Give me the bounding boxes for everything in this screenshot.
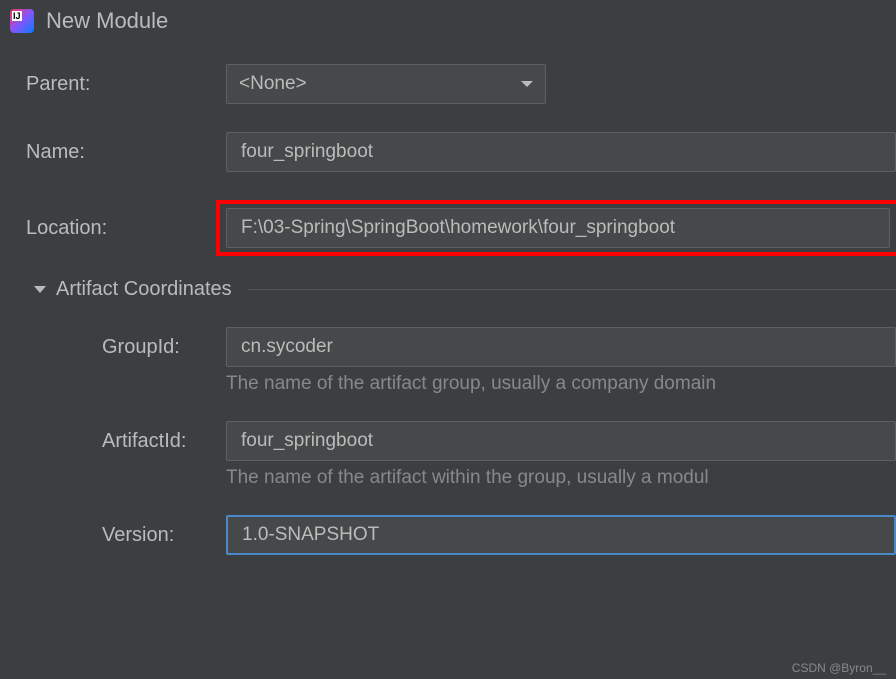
artifact-fields: GroupId: cn.sycoder The name of the arti… [26,327,896,555]
version-label: Version: [102,524,226,547]
artifactid-value: four_springboot [241,430,373,452]
artifactid-input[interactable]: four_springboot [226,421,896,461]
location-input[interactable]: F:\03-Spring\SpringBoot\homework\four_sp… [226,208,890,248]
intellij-icon [10,9,34,33]
groupid-value: cn.sycoder [241,336,333,358]
chevron-down-icon [34,286,46,293]
location-highlight: F:\03-Spring\SpringBoot\homework\four_sp… [216,200,896,256]
module-form: Parent: <None> Name: four_springboot Loc… [0,54,896,555]
location-value: F:\03-Spring\SpringBoot\homework\four_sp… [241,217,675,239]
parent-select[interactable]: <None> [226,64,546,104]
version-row: Version: 1.0-SNAPSHOT [102,515,896,555]
section-divider [248,289,896,290]
artifactid-row: ArtifactId: four_springboot [102,421,896,461]
artifact-section-title: Artifact Coordinates [56,278,232,301]
name-label: Name: [26,141,226,164]
name-input[interactable]: four_springboot [226,132,896,172]
artifactid-label: ArtifactId: [102,430,226,453]
parent-row: Parent: <None> [26,64,896,104]
version-value: 1.0-SNAPSHOT [242,524,379,546]
artifact-section-header[interactable]: Artifact Coordinates [34,278,896,301]
groupid-label: GroupId: [102,336,226,359]
location-row: Location: F:\03-Spring\SpringBoot\homewo… [26,200,896,256]
groupid-hint: The name of the artifact group, usually … [226,373,896,395]
dialog-title: New Module [46,8,168,34]
dialog-header: New Module [0,0,896,54]
parent-label: Parent: [26,73,226,96]
groupid-input[interactable]: cn.sycoder [226,327,896,367]
name-row: Name: four_springboot [26,132,896,172]
name-value: four_springboot [241,141,373,163]
parent-value: <None> [239,73,307,95]
watermark: CSDN @Byron__ [792,661,886,675]
chevron-down-icon [521,81,533,87]
location-label: Location: [26,217,226,240]
groupid-row: GroupId: cn.sycoder [102,327,896,367]
artifactid-hint: The name of the artifact within the grou… [226,467,896,489]
version-input[interactable]: 1.0-SNAPSHOT [226,515,896,555]
